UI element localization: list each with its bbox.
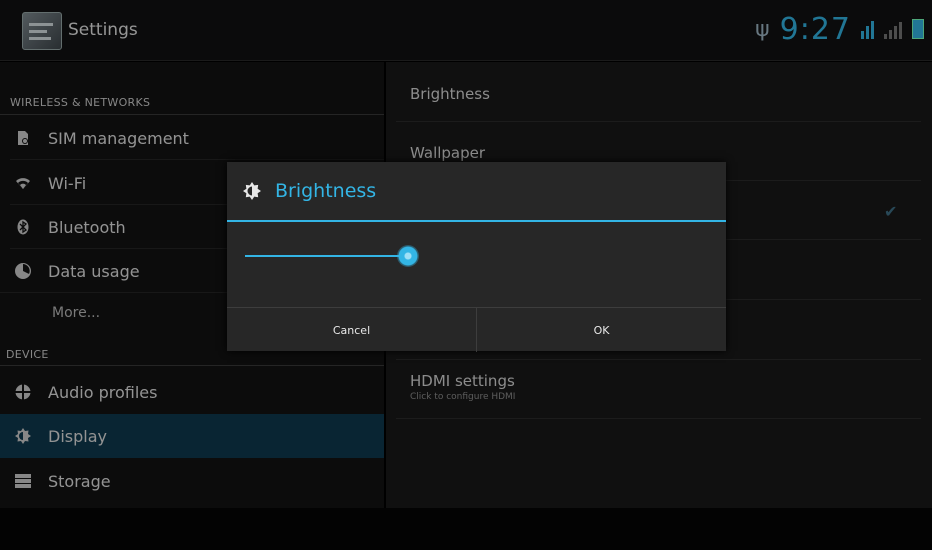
cancel-button[interactable]: Cancel (227, 308, 476, 352)
dialog-title-divider (227, 220, 726, 222)
brightness-icon (243, 182, 261, 200)
slider-track (245, 255, 408, 257)
dialog-button-bar: Cancel OK (227, 307, 726, 352)
brightness-dialog: Brightness Cancel OK (227, 162, 726, 352)
dialog-header: Brightness (227, 162, 726, 220)
ok-button[interactable]: OK (477, 308, 726, 352)
slider-thumb[interactable] (397, 245, 419, 267)
dialog-title: Brightness (275, 180, 377, 202)
brightness-slider[interactable] (245, 245, 625, 267)
